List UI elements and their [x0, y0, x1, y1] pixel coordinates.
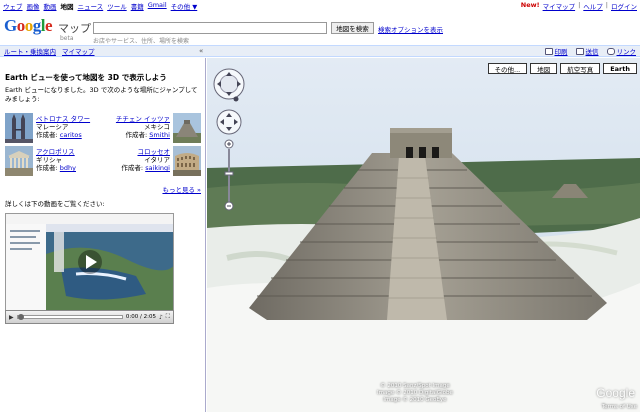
envelope-icon — [575, 47, 584, 55]
print-button[interactable]: 印刷 — [544, 46, 568, 56]
google-logo[interactable]: Google — [4, 16, 53, 36]
link-button[interactable]: リンク — [606, 46, 636, 56]
top-nav-user: New! マイマップ | ヘルプ | ログイン — [520, 0, 637, 11]
video-progress[interactable] — [16, 314, 123, 320]
colosseum-thumbnail[interactable] — [173, 146, 201, 176]
place-item[interactable]: コロッセオ イタリア 作成者: saikingi — [105, 146, 201, 178]
zoom-slider[interactable] — [224, 139, 234, 211]
more-places-link[interactable]: もっと見る » — [162, 184, 201, 194]
video-frame — [6, 214, 173, 322]
nav-tools[interactable]: ツール — [107, 1, 127, 11]
fullscreen-icon[interactable]: ⛶ — [166, 313, 170, 321]
imagery-copyright: © 2010 Sanz/Spot Image Image © 2010 Digi… — [377, 383, 453, 403]
nav-videos[interactable]: 動画 — [44, 1, 57, 11]
chain-link-icon — [606, 47, 615, 55]
map-type-buttons: その他... 地図 航空写真 Earth — [487, 63, 637, 74]
beta-label: beta — [60, 35, 74, 42]
earth-3d-scene[interactable] — [207, 58, 640, 412]
volume-icon[interactable]: ♪ — [159, 314, 163, 321]
nav-gmail[interactable]: Gmail — [148, 1, 167, 11]
login-link[interactable]: ログイン — [611, 1, 637, 11]
send-button[interactable]: 送信 — [575, 46, 599, 56]
chichen-itza-thumbnail[interactable] — [173, 113, 201, 143]
top-nav-links: ウェブ 画像 動画 地図 ニュース ツール 書籍 Gmail その他 ▼ — [3, 1, 197, 11]
nav-news[interactable]: ニュース — [78, 1, 104, 11]
product-name: マップ — [58, 22, 91, 35]
place-item[interactable]: アクロポリス ギリシャ 作成者: bdhy — [5, 146, 101, 178]
mymaps-link[interactable]: マイマップ — [543, 1, 576, 11]
nav-web[interactable]: ウェブ — [3, 1, 23, 11]
top-nav: ウェブ 画像 動画 地図 ニュース ツール 書籍 Gmail その他 ▼ New… — [0, 0, 640, 11]
video-caption: 詳しくは下の動画をご覧ください: — [5, 200, 105, 208]
move-control[interactable] — [216, 109, 242, 135]
new-badge: New! — [520, 0, 540, 9]
nav-books[interactable]: 書籍 — [131, 1, 144, 11]
progress-handle[interactable] — [17, 314, 24, 320]
help-link[interactable]: ヘルプ — [583, 1, 603, 11]
search-hint: お店やサービス、住所、場所を検索 — [93, 38, 190, 45]
tutorial-video[interactable] — [5, 213, 174, 323]
earth-view-button[interactable]: Earth — [603, 63, 637, 74]
earth-view[interactable]: その他... 地図 航空写真 Earth © 2010 Sanz/Spot Im… — [207, 58, 640, 412]
video-time: 0:00 / 2:05 — [125, 314, 156, 320]
satellite-view-button[interactable]: 航空写真 — [560, 63, 601, 74]
place-item[interactable]: ペトロナス タワー マレーシア 作成者: caritos — [5, 113, 101, 145]
more-layers-button[interactable]: その他... — [487, 63, 528, 74]
video-controls: ▶ 0:00 / 2:05 ♪ ⛶ — [5, 310, 174, 324]
directions-link[interactable]: ルート・乗換案内 — [4, 46, 56, 56]
acropolis-thumbnail[interactable] — [5, 146, 33, 176]
mymaps-tab-link[interactable]: マイマップ — [62, 46, 95, 56]
nav-maps[interactable]: 地図 — [61, 1, 74, 11]
look-control[interactable] — [213, 68, 245, 102]
search-input[interactable] — [93, 22, 327, 34]
header: Google マップ beta お店やサービス、住所、場所を検索 地図を検索 検… — [0, 12, 640, 45]
search-maps-button[interactable]: 地図を検索 — [331, 22, 374, 34]
toolbar: ルート・乗換案内 マイマップ « 印刷 送信 リンク — [0, 45, 640, 57]
nav-more[interactable]: その他 ▼ — [171, 1, 198, 11]
printer-icon — [544, 47, 553, 55]
play-icon[interactable]: ▶ — [9, 314, 14, 321]
navigation-controls — [213, 68, 245, 211]
collapse-panel-button[interactable]: « — [199, 47, 203, 55]
google-watermark: Google — [596, 386, 635, 400]
petronas-thumbnail[interactable] — [5, 113, 33, 143]
nav-images[interactable]: 画像 — [27, 1, 40, 11]
panel-title: Earth ビューを使って地図を 3D で表示しよう — [5, 73, 167, 82]
terms-of-use-link[interactable]: Terms of Use — [602, 404, 637, 410]
search-options-link[interactable]: 検索オプションを表示 — [378, 24, 443, 34]
side-panel: Earth ビューを使って地図を 3D で表示しよう Earth ビューになりま… — [0, 58, 206, 412]
map-view-button[interactable]: 地図 — [530, 63, 558, 74]
panel-description: Earth ビューになりました。3D で次のような場所にジャンプしてみましょう: — [5, 86, 198, 103]
place-item[interactable]: チチェン イッツァ メキシコ 作成者: Smithi — [105, 113, 201, 145]
